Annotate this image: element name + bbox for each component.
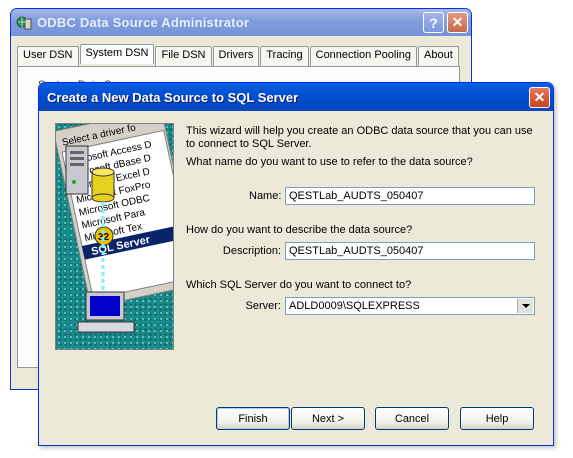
wizard-illustration: Select a driver fo Microsoft Access D Mi… bbox=[55, 123, 174, 350]
name-label: Name: bbox=[249, 190, 282, 202]
odbc-administrator-titlebar[interactable]: ODBC Data Source Administrator ? ✕ bbox=[11, 9, 471, 36]
tab-file-dsn[interactable]: File DSN bbox=[155, 46, 212, 66]
tab-system-dsn[interactable]: System DSN bbox=[79, 44, 155, 64]
server-question: Which SQL Server do you want to connect … bbox=[186, 279, 412, 291]
dropdown-arrow-icon[interactable] bbox=[517, 299, 533, 313]
finish-button[interactable]: Finish bbox=[216, 407, 290, 430]
help-button[interactable]: Help bbox=[460, 407, 534, 430]
server-combobox-value: ADLD0009\SQLEXPRESS bbox=[289, 300, 420, 312]
dialog-title: Create a New Data Source to SQL Server bbox=[47, 89, 299, 105]
close-icon[interactable]: ✕ bbox=[529, 86, 550, 108]
tab-tracing[interactable]: Tracing bbox=[260, 46, 309, 66]
odbc-app-icon bbox=[16, 15, 32, 31]
server-combobox[interactable]: ADLD0009\SQLEXPRESS bbox=[285, 297, 535, 315]
help-icon[interactable]: ? bbox=[423, 12, 444, 33]
tab-about[interactable]: About bbox=[418, 46, 459, 66]
odbc-administrator-title: ODBC Data Source Administrator bbox=[37, 15, 250, 30]
name-input[interactable]: QESTLab_AUDTS_050407 bbox=[285, 187, 535, 205]
name-question: What name do you want to use to refer to… bbox=[186, 156, 473, 168]
close-icon[interactable]: ✕ bbox=[447, 12, 468, 33]
database-cylinder-icon bbox=[91, 167, 115, 203]
cancel-button[interactable]: Cancel bbox=[375, 407, 449, 430]
badge-32: 32 bbox=[94, 226, 114, 246]
description-input[interactable]: QESTLab_AUDTS_050407 bbox=[285, 242, 535, 260]
description-label: Description: bbox=[222, 245, 281, 257]
server-icon bbox=[65, 145, 89, 195]
wizard-intro-text: This wizard will help you create an ODBC… bbox=[186, 125, 533, 150]
next-button[interactable]: Next > bbox=[291, 407, 365, 430]
description-question: How do you want to describe the data sou… bbox=[186, 224, 413, 236]
dialog-titlebar[interactable]: Create a New Data Source to SQL Server ✕ bbox=[39, 83, 553, 111]
wizard-illustration-graphic: Select a driver fo Microsoft Access D Mi… bbox=[56, 124, 173, 333]
server-label: Server: bbox=[245, 300, 281, 312]
tab-drivers[interactable]: Drivers bbox=[212, 46, 260, 66]
tab-strip: User DSN System DSN File DSN Drivers Tra… bbox=[17, 44, 460, 66]
create-data-source-dialog: Create a New Data Source to SQL Server ✕… bbox=[38, 82, 554, 446]
tab-user-dsn[interactable]: User DSN bbox=[17, 46, 79, 66]
tab-connection-pooling[interactable]: Connection Pooling bbox=[309, 46, 418, 66]
